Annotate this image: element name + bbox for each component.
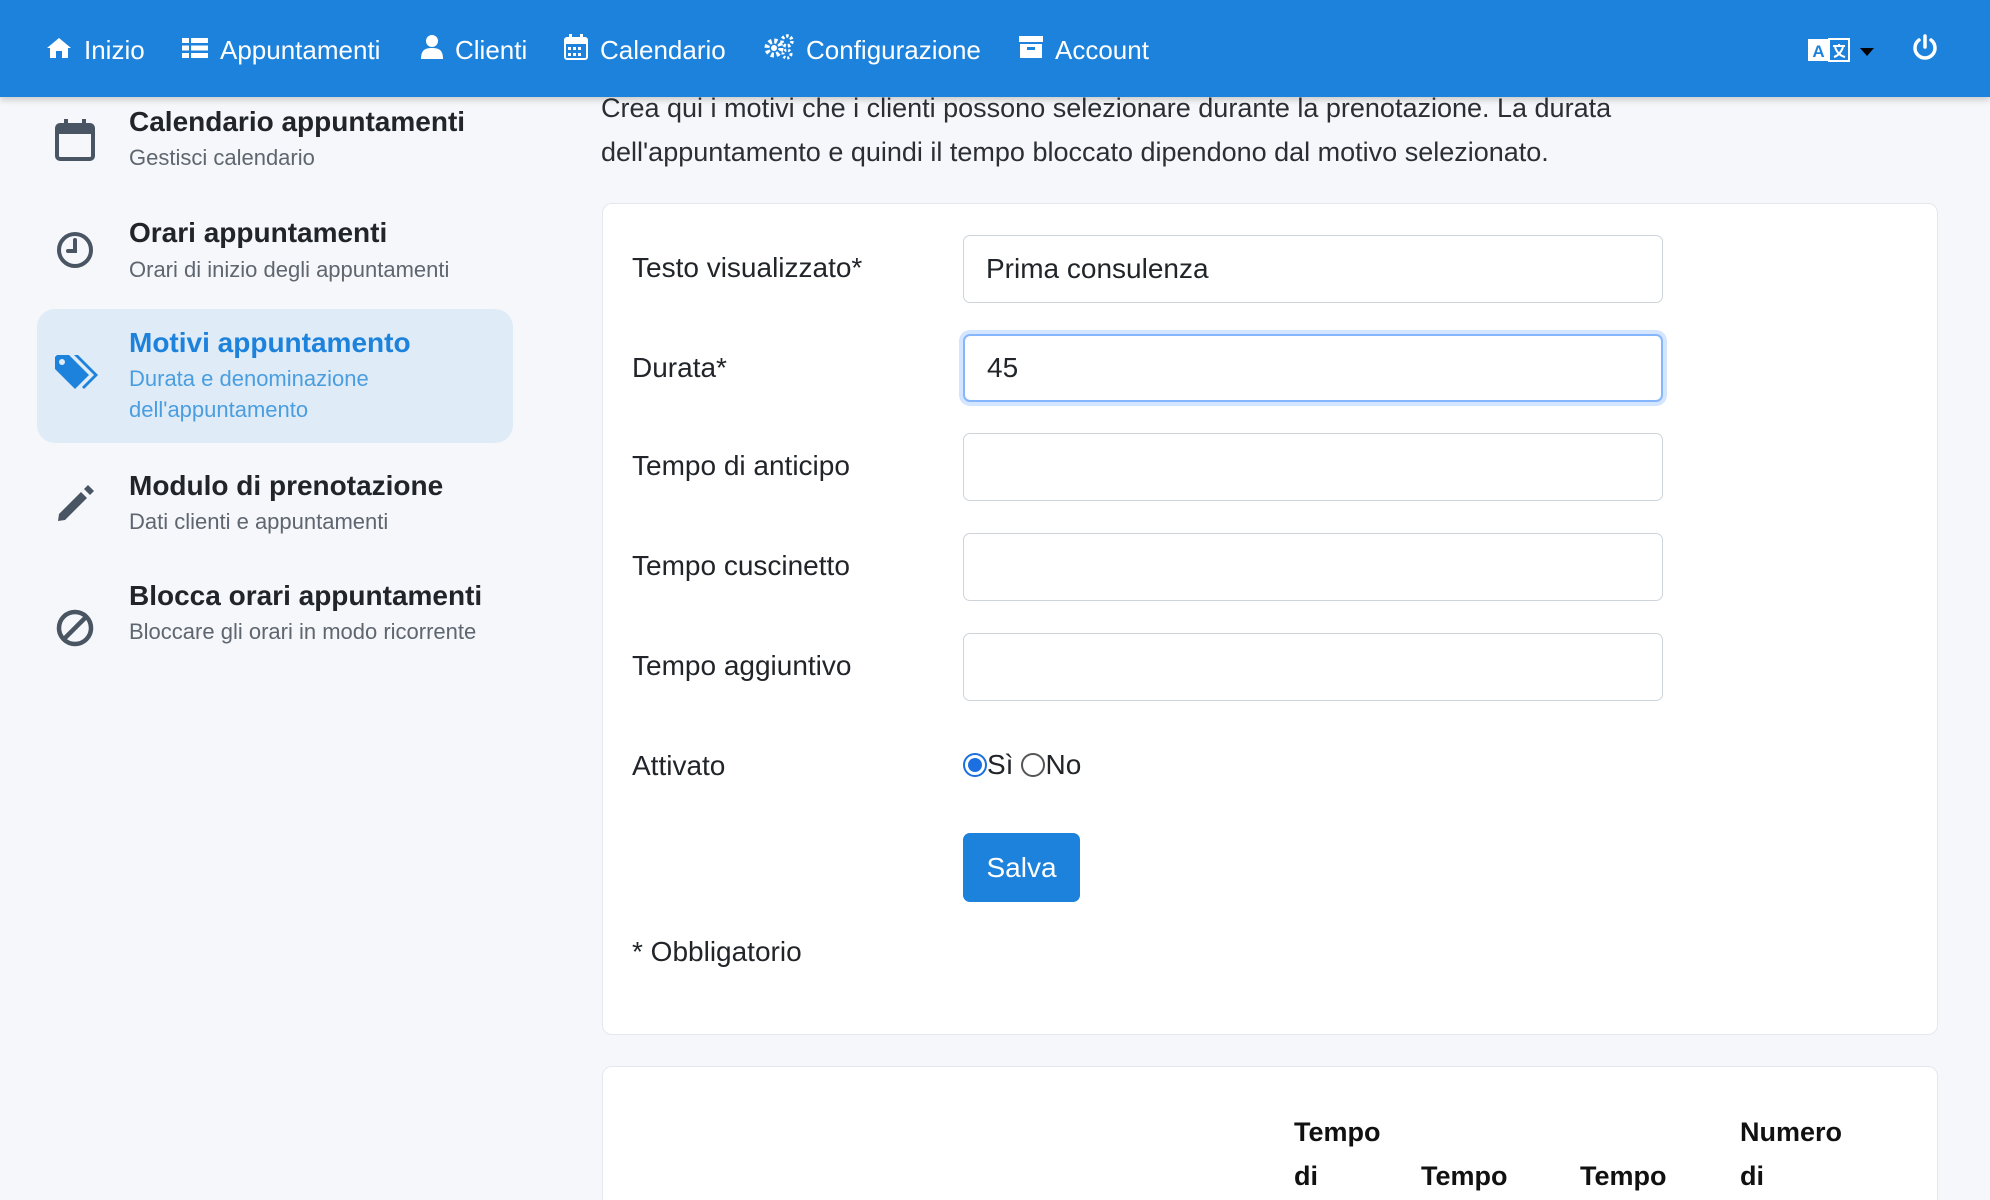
gears-icon xyxy=(764,33,794,67)
calendar-icon xyxy=(564,33,588,67)
nav-appuntamenti[interactable]: Appuntamenti xyxy=(182,28,380,72)
table-header-count: Numero di xyxy=(1740,1117,1843,1191)
sidebar-item-modulo-prenotazione[interactable]: Modulo di prenotazione Dati clienti e ap… xyxy=(37,462,513,562)
sidebar-item-subtitle: Bloccare gli orari in modo ricorrente xyxy=(129,619,477,644)
nav-account-label: Account xyxy=(1055,34,1149,65)
translate-icon: A xyxy=(1808,36,1850,69)
language-dropdown[interactable]: A xyxy=(1808,36,1874,69)
duration-label: Durata* xyxy=(632,352,727,383)
sidebar-item-subtitle: Durata e denominazione dell'appuntamento xyxy=(129,366,369,422)
reason-form-card xyxy=(602,203,1938,1035)
nav-inizio[interactable]: Inizio xyxy=(46,28,145,72)
active-no-radio[interactable] xyxy=(1021,753,1046,777)
active-yes-label: Sì xyxy=(987,749,1014,780)
table-header-buffer-time: Tempo xyxy=(1421,1161,1508,1191)
table-header-extra-time: Tempo xyxy=(1580,1161,1667,1191)
nav-clienti[interactable]: Clienti xyxy=(421,28,527,72)
home-icon xyxy=(46,35,72,66)
nav-configurazione-label: Configurazione xyxy=(806,34,981,65)
caret-down-icon xyxy=(1860,44,1874,62)
sidebar-item-motivi-appuntamento[interactable]: Motivi appuntamento Durata e denominazio… xyxy=(37,309,513,443)
table-header-lead-time: Tempo di xyxy=(1294,1117,1381,1191)
pencil-icon xyxy=(55,484,95,529)
sidebar-item-title: Calendario appuntamenti xyxy=(129,106,466,137)
sidebar-item-subtitle: Gestisci calendario xyxy=(129,145,315,170)
nav-clienti-label: Clienti xyxy=(455,34,528,65)
lead-time-input[interactable] xyxy=(963,433,1663,501)
user-icon xyxy=(421,34,443,66)
ban-icon xyxy=(55,608,95,653)
tags-icon xyxy=(55,353,101,398)
nav-calendario-label: Calendario xyxy=(600,34,726,65)
reasons-table-card xyxy=(602,1066,1938,1200)
sidebar-item-blocca-orari[interactable]: Blocca orari appuntamenti Bloccare gli o… xyxy=(37,572,513,702)
intro-text: Crea qui i motivi che i clienti possono … xyxy=(601,86,1841,174)
sidebar-item-title: Orari appuntamenti xyxy=(129,217,388,248)
logout-button[interactable] xyxy=(1912,34,1938,67)
display-text-label: Testo visualizzato* xyxy=(632,252,863,283)
lead-time-label: Tempo di anticipo xyxy=(632,450,850,481)
buffer-time-input[interactable] xyxy=(963,533,1663,601)
extra-time-label: Tempo aggiuntivo xyxy=(632,650,852,681)
clock-icon xyxy=(55,230,95,275)
required-note: * Obbligatorio xyxy=(632,936,802,967)
sidebar-item-title: Modulo di prenotazione xyxy=(129,470,444,501)
save-button[interactable]: Salva xyxy=(963,833,1080,902)
archive-icon xyxy=(1019,35,1043,66)
power-icon xyxy=(1912,34,1938,66)
nav-calendario[interactable]: Calendario xyxy=(564,28,726,72)
intro-line-2: dell'appuntamento e quindi il tempo bloc… xyxy=(601,137,1549,167)
extra-time-input[interactable] xyxy=(963,633,1663,701)
sidebar-item-title: Motivi appuntamento xyxy=(129,327,411,358)
nav-appuntamenti-label: Appuntamenti xyxy=(220,34,381,65)
sidebar-item-calendario-appuntamenti[interactable]: Calendario appuntamenti Gestisci calenda… xyxy=(37,98,513,198)
active-label: Attivato xyxy=(632,750,726,781)
calendar-icon xyxy=(55,118,95,167)
sidebar-item-subtitle: Orari di inizio degli appuntamenti xyxy=(129,257,450,282)
nav-inizio-label: Inizio xyxy=(84,34,145,65)
list-icon xyxy=(182,35,208,66)
top-navbar: Inizio Appuntamenti Clienti Calendario C… xyxy=(0,0,1990,97)
active-radio-group: Sì No xyxy=(963,749,1081,781)
active-yes-radio[interactable] xyxy=(963,753,987,777)
display-text-input[interactable]: Prima consulenza xyxy=(963,235,1663,303)
sidebar-item-orari-appuntamenti[interactable]: Orari appuntamenti Orari di inizio degli… xyxy=(37,210,513,310)
buffer-time-label: Tempo cuscinetto xyxy=(632,550,850,581)
sidebar-item-subtitle: Dati clienti e appuntamenti xyxy=(129,509,389,534)
nav-configurazione[interactable]: Configurazione xyxy=(764,28,981,72)
sidebar-item-title: Blocca orari appuntamenti xyxy=(129,580,483,611)
active-no-label: No xyxy=(1045,749,1082,780)
svg-text:A: A xyxy=(1812,42,1824,61)
duration-input[interactable]: 45 xyxy=(963,334,1663,402)
nav-account[interactable]: Account xyxy=(1019,28,1149,72)
